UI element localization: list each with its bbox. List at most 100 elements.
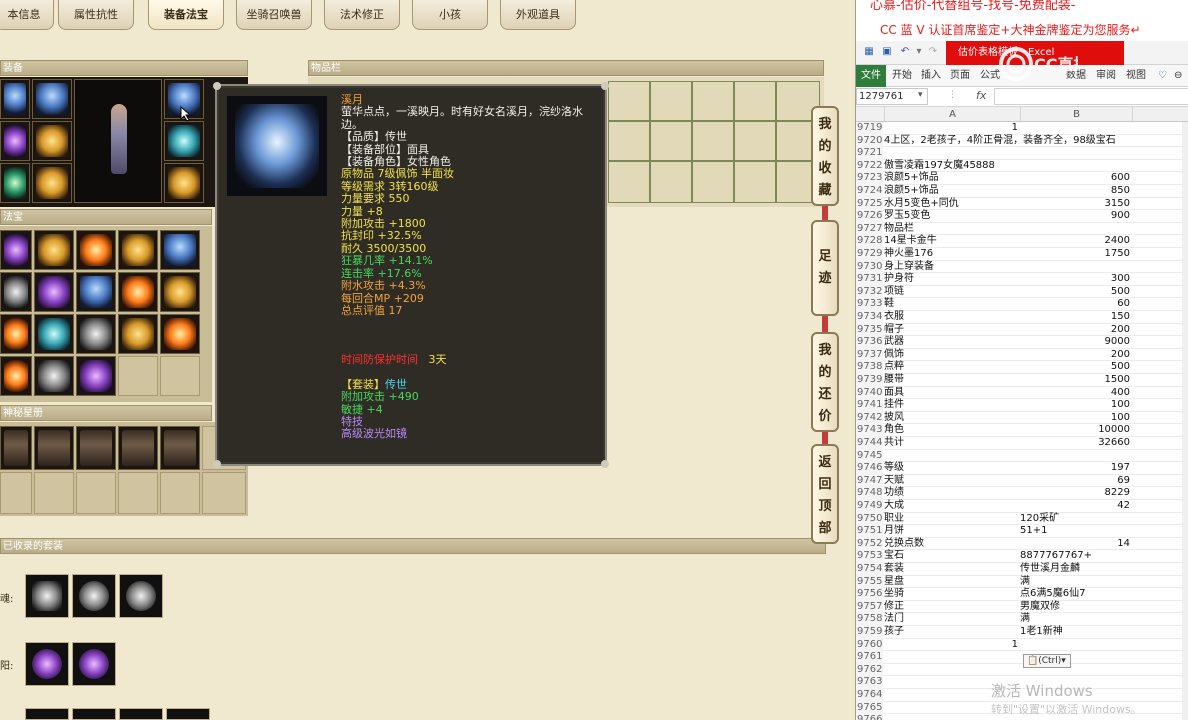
name-box-dropdown-icon[interactable]: ▾ <box>918 90 923 100</box>
row-number[interactable]: 9755 <box>856 575 883 589</box>
treasure-slot[interactable] <box>76 356 116 396</box>
sheet-row[interactable]: 9743 角色 10000 <box>856 424 1188 437</box>
row-number[interactable]: 9765 <box>856 701 883 715</box>
cell-a[interactable]: 浪颜5+饰品 <box>884 172 1020 185</box>
cell-a[interactable]: 1 <box>884 639 1018 652</box>
sheet-row[interactable]: 9720 4上区，2老孩子，4阶正骨混，装备齐全，98级宝石 <box>856 134 1188 148</box>
suit-item[interactable] <box>72 708 116 720</box>
treasure-slot[interactable] <box>34 356 74 396</box>
cell-b[interactable]: 3150 <box>1020 198 1130 211</box>
row-number[interactable]: 9757 <box>856 600 883 614</box>
menu-insert[interactable]: 插入 <box>921 65 941 87</box>
cell-a[interactable]: 4上区，2老孩子，4阶正骨混，装备齐全，98级宝石 <box>884 135 1116 148</box>
sheet-row[interactable]: 9732 项链 500 <box>856 285 1188 299</box>
treasure-slot[interactable] <box>76 230 116 270</box>
inventory-slot[interactable] <box>608 81 650 121</box>
cell-b[interactable]: 150 <box>1020 311 1130 324</box>
sheet-row[interactable]: 9751 月饼 51+1 <box>856 525 1188 538</box>
cell-a[interactable]: 14星卡金牛 <box>884 235 1020 248</box>
sheet-row[interactable]: 9760 1 <box>856 638 1188 652</box>
cell-a[interactable]: 水月5变色+同仇 <box>884 198 1020 211</box>
cell-b[interactable]: 满 <box>1020 613 1130 626</box>
treasure-slot[interactable] <box>118 272 158 312</box>
sheet-row[interactable]: 9737 佩饰 200 <box>856 348 1188 362</box>
suit-item[interactable] <box>25 708 69 720</box>
sheet-row[interactable]: 9740 面具 400 <box>856 386 1188 400</box>
equip-slot[interactable] <box>0 163 30 203</box>
sheet-row[interactable]: 9755 星盘满 <box>856 575 1188 589</box>
cell-b[interactable]: 500 <box>1020 286 1130 299</box>
sheet-row[interactable]: 9759 孩子 1老1新神 <box>856 626 1188 639</box>
row-number[interactable]: 9760 <box>856 638 883 652</box>
inventory-slot[interactable] <box>608 121 650 161</box>
treasure-slot[interactable] <box>160 314 200 354</box>
row-number[interactable]: 9754 <box>856 563 883 576</box>
treasure-slot-empty[interactable] <box>118 356 158 396</box>
treasure-slot[interactable] <box>0 314 32 354</box>
row-number[interactable]: 9737 <box>856 348 883 362</box>
card-slot[interactable] <box>118 426 158 470</box>
sheet-row[interactable]: 9735 帽子 200 <box>856 323 1188 337</box>
card-slot[interactable] <box>160 426 200 470</box>
row-number[interactable]: 9726 <box>856 210 883 223</box>
sheet-row[interactable]: 9723 浪颜5+饰品 600 <box>856 172 1188 185</box>
cell-b[interactable]: 120采矿 <box>1020 513 1130 526</box>
row-number[interactable]: 9759 <box>856 626 883 639</box>
sheet-row[interactable]: 9756 坐骑 点6满5魔6仙7 <box>856 588 1188 601</box>
sheet-row[interactable]: 9752 兑换点数 14 <box>856 537 1188 551</box>
row-number[interactable]: 9720 <box>856 134 883 148</box>
sheet-row[interactable]: 9757 修正 男魔双修 <box>856 600 1188 614</box>
row-number[interactable]: 9733 <box>856 298 883 311</box>
column-a-header[interactable]: A <box>884 107 1020 122</box>
cell-a[interactable]: 星盘 <box>884 576 1020 589</box>
sheet-row[interactable]: 9746 等级 197 <box>856 462 1188 475</box>
cell-b[interactable]: 60 <box>1020 298 1130 311</box>
row-number[interactable]: 9740 <box>856 386 883 400</box>
equip-slot[interactable] <box>32 163 72 203</box>
row-number[interactable]: 9747 <box>856 474 883 488</box>
card-slot-empty[interactable] <box>0 472 32 514</box>
tab-equipment[interactable]: 装备法宝 <box>148 0 224 30</box>
cell-a[interactable]: 衣服 <box>884 311 1020 324</box>
my-favorites-button[interactable]: 我 的 收 藏 <box>811 106 839 206</box>
card-slot-empty[interactable] <box>34 472 74 514</box>
inventory-slot[interactable] <box>734 121 776 161</box>
row-number[interactable]: 9738 <box>856 361 883 374</box>
equip-slot[interactable] <box>32 79 72 119</box>
card-slot-empty[interactable] <box>118 472 158 514</box>
cell-b[interactable]: 男魔双修 <box>1020 601 1130 614</box>
menu-file[interactable]: 文件 <box>856 65 886 87</box>
cell-a[interactable]: 大成 <box>884 500 1020 513</box>
undo-icon[interactable]: ↶ <box>898 45 912 59</box>
suit-item[interactable] <box>72 642 116 686</box>
cell-a[interactable]: 坐骑 <box>884 588 1020 601</box>
cell-b[interactable]: 197 <box>1020 462 1130 475</box>
treasure-slot-empty[interactable] <box>160 356 200 396</box>
row-number[interactable]: 9756 <box>856 588 883 601</box>
cell-a[interactable]: 法门 <box>884 613 1020 626</box>
card-slot-empty[interactable] <box>76 472 116 514</box>
cell-b[interactable]: 42 <box>1020 500 1130 513</box>
cell-a[interactable]: 1 <box>884 122 1018 135</box>
row-number[interactable]: 9719 <box>856 122 883 135</box>
card-slot-empty[interactable] <box>160 472 200 514</box>
vertical-scrollbar[interactable] <box>1182 122 1188 720</box>
sheet-row[interactable]: 9726 罗玉5变色 900 <box>856 210 1188 223</box>
inventory-slot[interactable] <box>692 81 734 121</box>
row-number[interactable]: 9723 <box>856 172 883 185</box>
cell-b[interactable]: 100 <box>1020 399 1130 412</box>
row-number[interactable]: 9731 <box>856 273 883 286</box>
card-slot-empty[interactable] <box>202 472 246 514</box>
sheet-row[interactable]: 9733 鞋 60 <box>856 298 1188 311</box>
row-number[interactable]: 9734 <box>856 311 883 324</box>
sheet-row[interactable]: 9744 共计 32660 <box>856 437 1188 450</box>
card-slot[interactable] <box>76 426 116 470</box>
row-number[interactable]: 9735 <box>856 323 883 337</box>
inventory-slot[interactable] <box>650 161 692 203</box>
cell-a[interactable]: 修正 <box>884 601 1020 614</box>
sheet-row[interactable]: 9758 法门满 <box>856 613 1188 626</box>
sheet-row[interactable]: 9727 物品栏 <box>856 222 1188 236</box>
treasure-slot[interactable] <box>118 314 158 354</box>
suit-item[interactable] <box>119 574 163 618</box>
sheet-row[interactable]: 9730 身上穿装备 <box>856 260 1188 274</box>
